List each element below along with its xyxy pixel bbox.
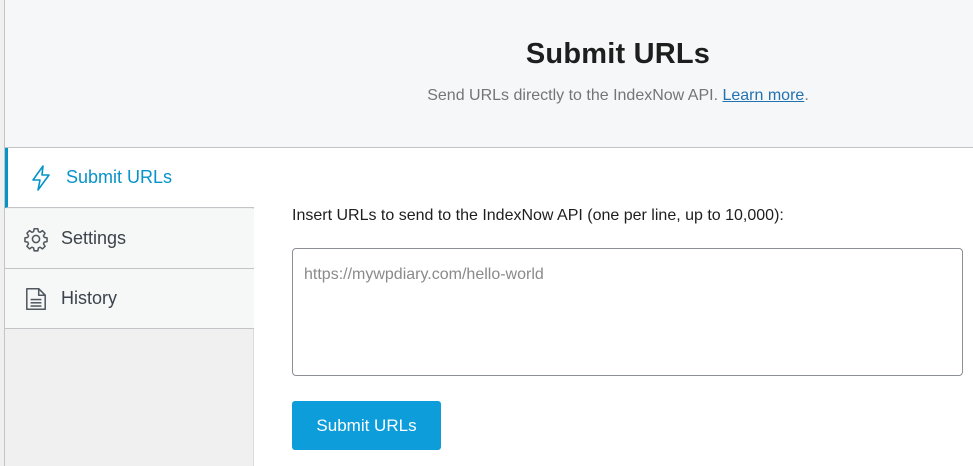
- urls-field-label: Insert URLs to send to the IndexNow API …: [292, 207, 784, 224]
- lightning-bolt-icon: [28, 164, 54, 191]
- submit-urls-panel: Insert URLs to send to the IndexNow API …: [254, 148, 973, 466]
- app-frame: Submit URLs Send URLs directly to the In…: [4, 0, 973, 466]
- sidebar-item-settings[interactable]: Settings: [5, 209, 254, 269]
- sidebar-item-label: Settings: [61, 228, 127, 248]
- subtitle-period: .: [804, 87, 809, 104]
- learn-more-link[interactable]: Learn more: [722, 87, 804, 104]
- page-subtitle: Send URLs directly to the IndexNow API. …: [5, 87, 973, 105]
- document-icon: [23, 286, 49, 312]
- urls-textarea[interactable]: [292, 248, 963, 376]
- subtitle-text: Send URLs directly to the IndexNow API.: [427, 87, 719, 104]
- sidebar-item-submit-urls[interactable]: Submit URLs: [5, 148, 255, 208]
- sidebar-item-label: Submit URLs: [66, 167, 173, 187]
- gear-icon: [23, 226, 49, 252]
- sidebar-item-label: History: [61, 288, 118, 308]
- page-header: Submit URLs Send URLs directly to the In…: [5, 0, 973, 148]
- sidebar-item-history[interactable]: History: [5, 269, 254, 329]
- sidebar-nav: Submit URLs Settings History: [5, 148, 255, 466]
- submit-urls-button[interactable]: Submit URLs: [292, 401, 441, 450]
- page-title: Submit URLs: [525, 38, 711, 70]
